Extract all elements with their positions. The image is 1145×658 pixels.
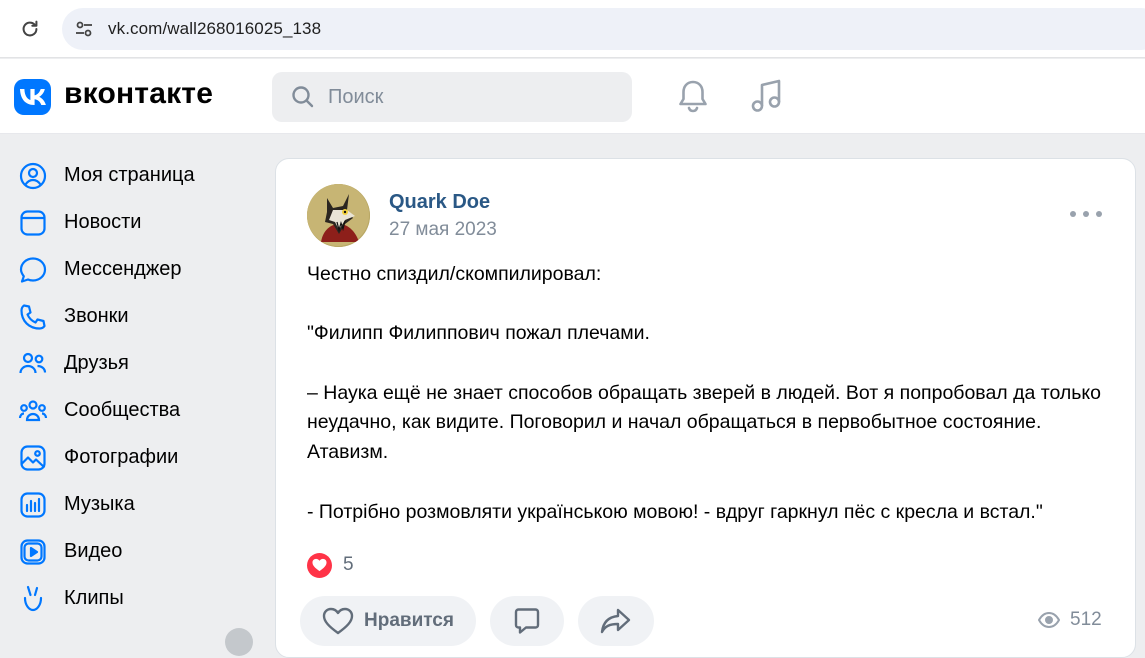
like-button-label: Нравится [364,610,454,631]
vk-logo-icon[interactable] [14,79,51,115]
sidebar-item-calls[interactable]: Звонки [0,293,260,340]
sidebar-item-messenger[interactable]: Мессенджер [0,246,260,293]
sidebar-item-label: Моя страница [64,164,195,186]
photo-icon [20,444,46,471]
search-box[interactable] [272,72,632,122]
like-count: 5 [343,554,354,575]
share-arrow-icon [600,608,631,634]
sidebar-item-label: Мессенджер [64,258,182,280]
views-count: 512 [1070,609,1102,630]
friends-icon [19,352,47,373]
search-icon [290,84,316,110]
sidebar-item-music[interactable]: Музыка [0,481,260,528]
url-text[interactable]: vk.com/wall268016025_138 [108,19,321,39]
notifications-bell-icon[interactable] [674,76,712,116]
more-options-icon[interactable] [1070,206,1102,222]
music-player-icon[interactable] [748,76,786,116]
share-button[interactable] [577,596,654,646]
communities-icon [18,399,48,421]
heart-outline-icon [322,607,354,635]
sidebar-item-label: Клипы [64,587,124,609]
sidebar-item-photos[interactable]: Фотографии [0,434,260,481]
sidebar-item-label: Новости [64,211,142,233]
brand-name[interactable]: вконтакте [64,77,213,111]
clips-icon [23,585,43,611]
post-text-paragraph: Честно спиздил/скомпилировал: [307,263,602,285]
sidebar-item-label: Звонки [64,305,129,327]
sidebar-item-communities[interactable]: Сообщества [0,387,260,434]
wall-post: Quark Doe 27 мая 2023 Честно спиздил/ско… [275,158,1136,658]
site-settings-icon[interactable] [74,19,94,39]
sidebar-item-video[interactable]: Видео [0,528,260,575]
comment-button[interactable] [489,596,564,646]
site-header: вконтакте [0,59,1145,134]
left-sidebar: Моя страница Новости Мессенджер Звонки Д… [0,152,260,622]
sidebar-item-my-page[interactable]: Моя страница [0,152,260,199]
address-bar[interactable]: vk.com/wall268016025_138 [62,8,1145,50]
scroll-indicator[interactable] [225,628,253,656]
post-text-paragraph: - Потрібно розмовляти українською мовою!… [307,500,1043,523]
author-avatar[interactable] [307,184,370,247]
comment-icon [514,608,540,634]
sidebar-item-friends[interactable]: Друзья [0,340,260,387]
message-bubble-icon [19,256,47,283]
heart-reaction-icon [307,552,332,578]
news-icon [20,209,46,236]
post-date[interactable]: 27 мая 2023 [389,219,497,241]
post-text: Честно спиздил/скомпилировал: "Филипп Фи… [307,260,1107,527]
post-text-paragraph: – Наука ещё не знает способов обращать з… [307,381,1101,464]
like-button[interactable]: Нравится [300,596,476,646]
eye-icon [1038,612,1060,628]
views-counter: 512 [1038,609,1102,631]
search-input[interactable] [328,82,618,112]
sidebar-item-label: Друзья [64,352,129,374]
post-text-paragraph: "Филипп Филиппович пожал плечами. [307,322,650,345]
sidebar-item-label: Сообщества [64,399,181,421]
reload-icon[interactable] [18,17,42,41]
user-circle-icon [19,162,47,189]
sidebar-item-news[interactable]: Новости [0,199,260,246]
reactions-summary[interactable]: 5 [307,552,354,578]
sidebar-item-label: Музыка [64,493,135,515]
sidebar-item-label: Фотографии [64,446,179,468]
video-icon [20,538,46,565]
sidebar-item-clips[interactable]: Клипы [0,575,260,622]
phone-icon [20,303,46,330]
sidebar-item-label: Видео [64,540,123,562]
browser-toolbar: vk.com/wall268016025_138 [0,0,1145,58]
post-actions: Нравится [300,596,668,646]
author-name-link[interactable]: Quark Doe [389,191,490,214]
music-icon [20,491,46,518]
